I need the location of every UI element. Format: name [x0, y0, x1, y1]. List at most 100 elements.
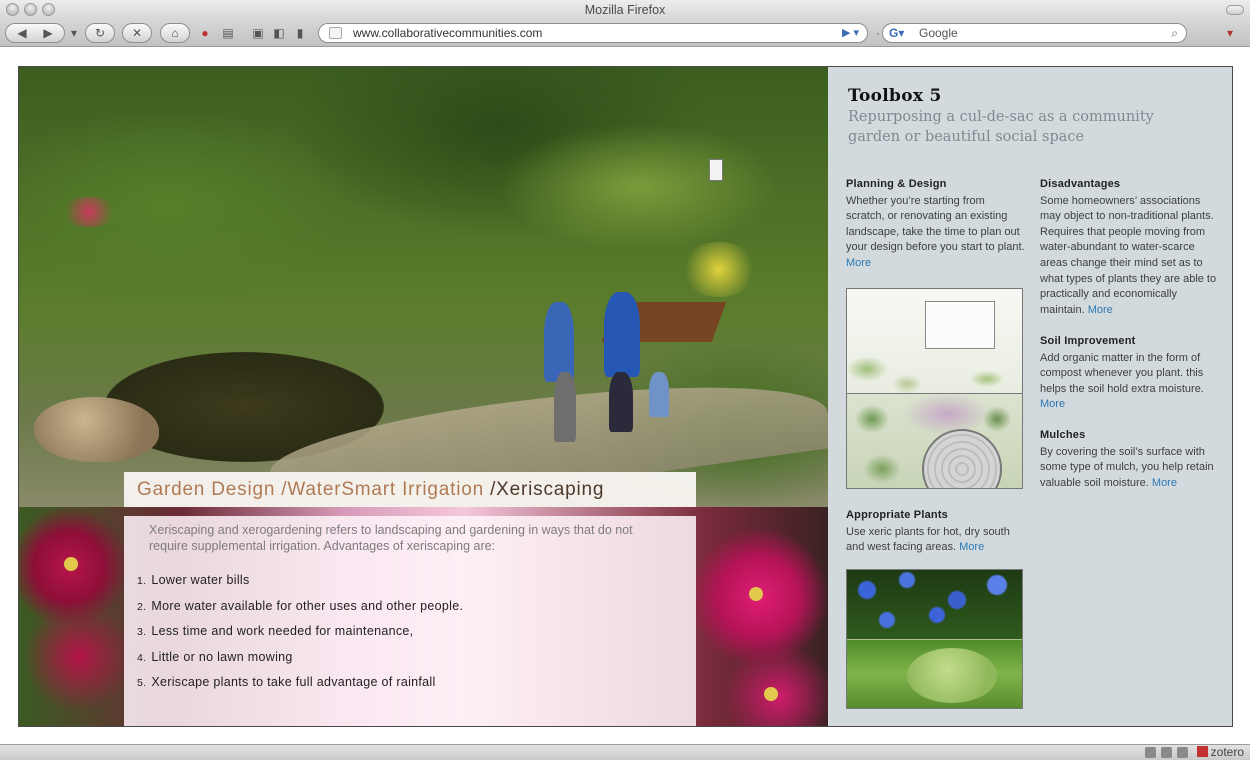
- person-child-shape: [544, 302, 574, 382]
- history-dropdown-icon[interactable]: ▾: [66, 25, 82, 41]
- advantages-list: 1. Lower water bills 2. More water availab…: [137, 568, 463, 696]
- google-engine-icon[interactable]: G▾: [889, 26, 905, 40]
- soil-text: Add organic matter in the form of compos…: [1040, 351, 1204, 395]
- person-adult-shape: [604, 292, 640, 377]
- bookmark-menu-icon[interactable]: ▤: [220, 25, 236, 41]
- sidebar-layout-icon[interactable]: ◧: [271, 25, 287, 41]
- toolbox-sidebar: Toolbox 5 Repurposing a cul-de-sac as a …: [828, 67, 1232, 726]
- breadcrumb-current: /Xeriscaping: [490, 479, 605, 500]
- mulches-heading: Mulches: [1040, 429, 1086, 441]
- list-number: 2.: [137, 600, 147, 613]
- go-arrow-icon[interactable]: ▶ ▾: [842, 24, 859, 42]
- window-title: Mozilla Firefox: [584, 3, 666, 17]
- xeric-plants-image: [846, 569, 1023, 709]
- url-text[interactable]: www.collaborativecommunities.com: [353, 26, 542, 40]
- list-text: Less time and work needed for maintenanc…: [151, 624, 414, 638]
- building-outline-shape: [925, 301, 995, 349]
- article-text-box: Xeriscaping and xerogardening refers to …: [124, 516, 696, 726]
- cabbage-shape: [907, 648, 997, 703]
- red-flowers-shape: [59, 197, 119, 227]
- list-text: Lower water bills: [151, 573, 250, 587]
- disadvantages-text: Some homeowners’ associations may object…: [1040, 194, 1217, 316]
- home-icon: ⌂: [171, 26, 179, 40]
- list-item: 2. More water available for other uses an…: [137, 594, 463, 620]
- status-icons: [1145, 747, 1188, 758]
- list-number: 3.: [137, 626, 147, 638]
- reload-button[interactable]: ↻: [85, 23, 115, 43]
- list-text: More water available for other uses and …: [151, 598, 464, 613]
- forward-arrow-icon[interactable]: ▶: [35, 24, 61, 42]
- person-small-child-shape: [649, 372, 669, 417]
- search-input[interactable]: Google: [919, 26, 958, 40]
- planning-more-link[interactable]: More: [846, 257, 871, 269]
- address-bar[interactable]: www.collaborativecommunities.com ▶ ▾: [318, 23, 868, 43]
- garden-sign-shape: [709, 159, 723, 181]
- garden-plan-image: [846, 288, 1023, 489]
- boulder-shape: [34, 397, 159, 462]
- flower-center-shape: [764, 687, 778, 701]
- toolbox-subtitle: Repurposing a cul-de-sac as a community …: [848, 109, 1154, 145]
- planning-heading: Planning & Design: [846, 178, 947, 190]
- disadvantages-heading: Disadvantages: [1040, 178, 1121, 190]
- close-window-button[interactable]: [6, 3, 19, 16]
- back-arrow-icon[interactable]: ◀: [9, 24, 35, 42]
- intro-paragraph: Xeriscaping and xerogardening refers to …: [149, 523, 633, 553]
- addon-menu-icon[interactable]: ▾: [1222, 25, 1238, 41]
- list-number: 5.: [137, 677, 147, 689]
- section-heading-box: Garden Design /WaterSmart Irrigation /Xe…: [124, 472, 696, 507]
- status-bar: zotero: [0, 744, 1250, 760]
- list-text: Little or no lawn mowing: [151, 649, 293, 664]
- search-bar[interactable]: G▾ Google ⌕: [882, 23, 1187, 43]
- zotero-logo-icon: [1196, 746, 1208, 757]
- soil-heading: Soil Improvement: [1040, 335, 1136, 347]
- person-legs-shape: [554, 372, 576, 442]
- navigation-toolbar: ◀ ▶ ▾ ↻ ✕ ⌂ ● ▤ ▣ ◧ ▮ www.collaborativeco…: [0, 20, 1250, 47]
- window-layout-icon[interactable]: ▣: [250, 25, 266, 41]
- list-item: 5. Xeriscape plants to take full advantag…: [137, 670, 463, 696]
- mulches-text: By covering the soil’s surface with some…: [1040, 445, 1214, 489]
- settings-icon[interactable]: [1161, 747, 1172, 758]
- breadcrumb-parents[interactable]: Garden Design /WaterSmart Irrigation: [137, 479, 490, 500]
- site-plan-top: [847, 289, 1022, 393]
- disadvantages-section: Disadvantages Some homeowners’ associati…: [1040, 177, 1220, 318]
- clipboard-icon[interactable]: ▮: [292, 25, 308, 41]
- list-number: 4.: [137, 651, 147, 664]
- flower-center-shape: [64, 557, 78, 571]
- toolbar-toggle-button[interactable]: [1226, 5, 1244, 15]
- disadvantages-more-link[interactable]: More: [1088, 304, 1113, 316]
- list-item: 4. Little or no lawn mowing: [137, 645, 463, 671]
- mail-icon[interactable]: [1177, 747, 1188, 758]
- zotero-icon[interactable]: ●: [197, 25, 213, 41]
- layout-icon[interactable]: [1145, 747, 1156, 758]
- list-text: Xeriscape plants to take full advantage …: [151, 675, 436, 689]
- list-number: 1.: [137, 575, 147, 587]
- mulches-section: Mulches By covering the soil’s surface w…: [1040, 428, 1220, 491]
- yellow-flowers-shape: [679, 242, 759, 297]
- zotero-status-button[interactable]: zotero: [1196, 745, 1244, 760]
- home-button[interactable]: ⌂: [160, 23, 190, 43]
- soil-more-link[interactable]: More: [1040, 398, 1065, 410]
- breadcrumb-heading: Garden Design /WaterSmart Irrigation /Xe…: [137, 479, 604, 501]
- reload-icon: ↻: [94, 26, 106, 40]
- plants-section: Appropriate Plants Use xeric plants for …: [846, 508, 1026, 556]
- mulches-more-link[interactable]: More: [1152, 477, 1177, 489]
- search-icon[interactable]: ⌕: [1171, 24, 1178, 42]
- window-controls: [6, 3, 55, 16]
- soil-section: Soil Improvement Add organic matter in t…: [1040, 334, 1220, 413]
- garden-photo: [19, 67, 828, 507]
- person-adult-legs-shape: [609, 372, 633, 432]
- window-titlebar: Mozilla Firefox: [0, 0, 1250, 20]
- list-item: 1. Lower water bills: [137, 568, 463, 594]
- site-identity-icon[interactable]: [329, 27, 342, 39]
- planning-text: Whether you’re starting from scratch, or…: [846, 194, 1025, 254]
- stop-button[interactable]: ✕: [122, 23, 152, 43]
- stop-icon: ✕: [131, 26, 143, 40]
- flower-center-shape: [749, 587, 763, 601]
- planning-section: Planning & Design Whether you’re startin…: [846, 177, 1026, 272]
- zotero-label: zotero: [1210, 745, 1244, 759]
- minimize-window-button[interactable]: [24, 3, 37, 16]
- zoom-window-button[interactable]: [42, 3, 55, 16]
- toolbox-title: Toolbox 5: [848, 86, 942, 106]
- plants-more-link[interactable]: More: [959, 541, 984, 553]
- list-item: 3. Less time and work needed for maintena…: [137, 619, 463, 645]
